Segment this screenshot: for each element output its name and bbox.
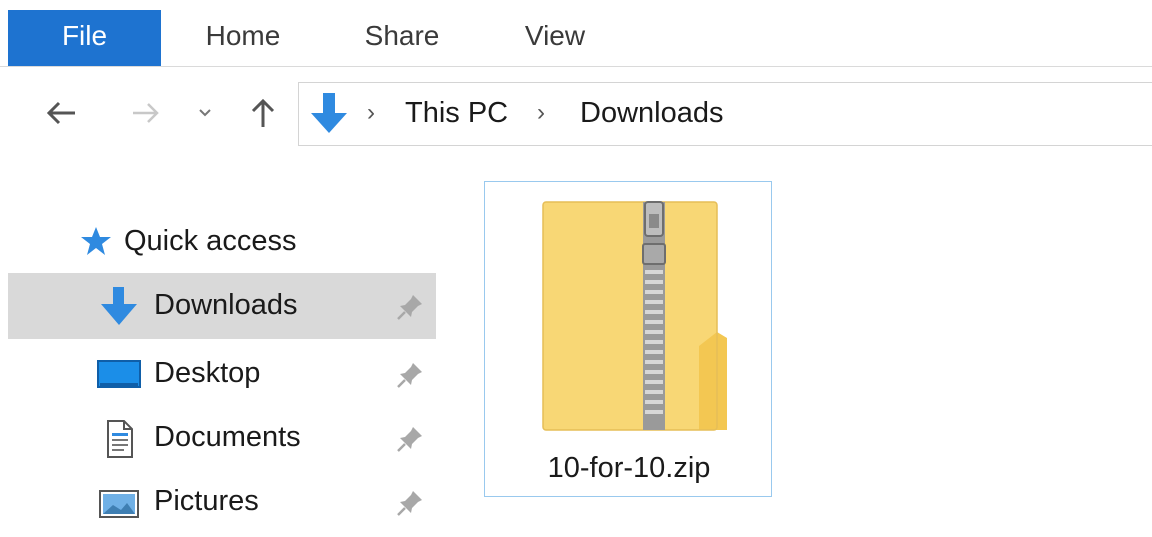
pin-icon[interactable] bbox=[394, 291, 426, 323]
pin-icon[interactable] bbox=[394, 423, 426, 455]
sidebar-item-downloads[interactable]: Downloads bbox=[8, 273, 436, 339]
breadcrumb-separator[interactable]: › bbox=[367, 93, 375, 133]
pin-icon[interactable] bbox=[394, 359, 426, 391]
file-item[interactable]: 10-for-10.zip bbox=[484, 181, 772, 497]
sidebar-item-label: Desktop bbox=[154, 357, 261, 389]
navigation-bar: › This PC › Downloads bbox=[0, 67, 1152, 163]
desktop-icon bbox=[97, 360, 141, 388]
back-button[interactable] bbox=[36, 87, 86, 139]
sidebar-item-documents[interactable]: Documents bbox=[8, 405, 436, 471]
downloads-icon bbox=[101, 287, 137, 325]
arrow-left-icon bbox=[46, 101, 75, 125]
downloads-icon bbox=[311, 93, 347, 133]
arrow-up-icon bbox=[251, 98, 275, 127]
arrow-right-icon bbox=[133, 103, 159, 123]
up-button[interactable] bbox=[238, 87, 288, 139]
forward-button[interactable] bbox=[122, 87, 170, 139]
tab-share[interactable]: Share bbox=[352, 10, 452, 66]
zip-folder-icon bbox=[542, 201, 727, 431]
sidebar-item-label: Downloads bbox=[154, 289, 298, 321]
documents-icon bbox=[107, 420, 133, 458]
chevron-down-icon bbox=[199, 109, 211, 117]
breadcrumb-this-pc[interactable]: This PC bbox=[405, 93, 508, 133]
recent-locations-button[interactable] bbox=[188, 87, 222, 139]
sidebar-item-desktop[interactable]: Desktop bbox=[8, 341, 436, 407]
pictures-icon bbox=[99, 490, 139, 518]
breadcrumb-downloads[interactable]: Downloads bbox=[580, 93, 723, 133]
address-bar[interactable]: › This PC › Downloads bbox=[298, 82, 1152, 146]
sidebar-item-label: Pictures bbox=[154, 485, 259, 517]
star-icon bbox=[81, 227, 111, 255]
file-list: 10-for-10.zip bbox=[436, 163, 1152, 537]
file-name[interactable]: 10-for-10.zip bbox=[485, 452, 773, 485]
quick-access-header[interactable]: Quick access bbox=[80, 219, 296, 263]
tab-home[interactable]: Home bbox=[195, 10, 291, 66]
quick-access-label: Quick access bbox=[124, 224, 297, 257]
tab-view[interactable]: View bbox=[512, 10, 598, 66]
ribbon-tabs: File Home Share View bbox=[0, 0, 1152, 67]
sidebar-item-pictures[interactable]: Pictures bbox=[8, 469, 436, 535]
pin-icon[interactable] bbox=[394, 487, 426, 519]
tab-file[interactable]: File bbox=[8, 10, 161, 66]
navigation-pane: Quick access Downloads Desktop Documents… bbox=[0, 163, 436, 537]
breadcrumb-separator[interactable]: › bbox=[537, 93, 545, 133]
sidebar-item-label: Documents bbox=[154, 421, 301, 453]
